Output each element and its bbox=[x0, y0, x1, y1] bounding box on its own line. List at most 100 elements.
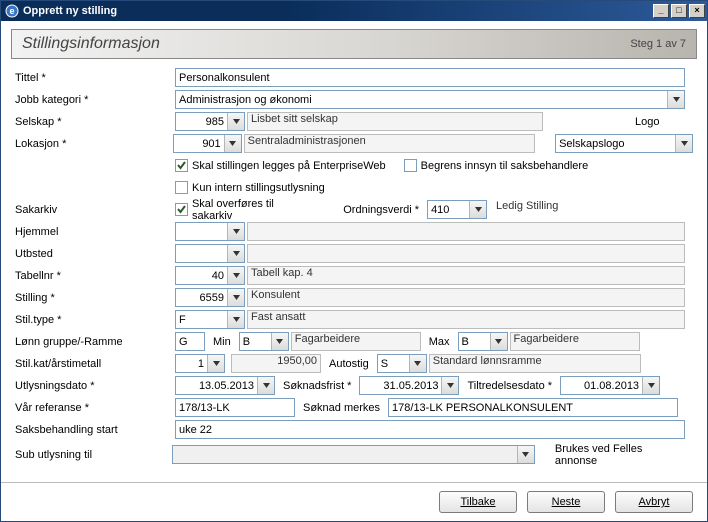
chevron-down-icon bbox=[441, 377, 458, 394]
label-stilling: Stilling * bbox=[15, 292, 175, 304]
lonn-min-desc: Fagarbeidere bbox=[291, 332, 421, 351]
label-tiltredelsesdato: Tiltredelsesdato * bbox=[459, 380, 560, 392]
stilkat-select[interactable]: 1 bbox=[175, 354, 225, 373]
checkbox-icon bbox=[404, 159, 417, 172]
lonn-min-select[interactable]: B bbox=[239, 332, 289, 351]
label-min: Min bbox=[205, 336, 239, 348]
label-lokasjon: Lokasjon * bbox=[15, 138, 173, 150]
chevron-down-icon bbox=[207, 355, 224, 372]
ordningsverdi-desc: Ledig Stilling bbox=[493, 200, 693, 219]
stilling-desc: Konsulent bbox=[247, 288, 685, 307]
window: e Opprett ny stilling _ □ × Stillingsinf… bbox=[0, 0, 708, 522]
minimize-button[interactable]: _ bbox=[653, 4, 669, 18]
cb-enterpriseweb[interactable]: Skal stillingen legges på EnterpriseWeb bbox=[175, 159, 386, 172]
logo-select[interactable]: Selskapslogo bbox=[555, 134, 693, 153]
checkbox-icon bbox=[175, 159, 188, 172]
label-utbsted: Utbsted bbox=[15, 248, 175, 260]
chevron-down-icon bbox=[409, 355, 426, 372]
footer: Tilbake Neste Avbryt bbox=[1, 482, 707, 521]
tilbake-button[interactable]: Tilbake bbox=[439, 491, 517, 513]
tiltredelsesdato-date[interactable]: 01.08.2013 bbox=[560, 376, 660, 395]
varref-input[interactable] bbox=[175, 398, 295, 417]
stilling-select[interactable]: 6559 bbox=[175, 288, 245, 307]
utbsted-select[interactable] bbox=[175, 244, 245, 263]
jobbkategori-select[interactable]: Administrasjon og økonomi bbox=[175, 90, 685, 109]
label-tittel: Tittel * bbox=[15, 72, 175, 84]
page-header: Stillingsinformasjon Steg 1 av 7 bbox=[11, 29, 697, 59]
selskap-name: Lisbet sitt selskap bbox=[247, 112, 543, 131]
lonn-g-field[interactable]: G bbox=[175, 332, 205, 351]
label-stilkat: Stil.kat/årstimetall bbox=[15, 358, 175, 370]
label-brukes: Brukes ved Felles annonse bbox=[547, 443, 693, 467]
chevron-down-icon bbox=[642, 377, 659, 394]
label-jobbkategori: Jobb kategori * bbox=[15, 94, 175, 106]
label-max: Max bbox=[421, 336, 458, 348]
utbsted-desc bbox=[247, 244, 685, 263]
chevron-down-icon bbox=[227, 113, 244, 130]
label-selskap: Selskap * bbox=[15, 116, 175, 128]
maximize-button[interactable]: □ bbox=[671, 4, 687, 18]
neste-button[interactable]: Neste bbox=[527, 491, 605, 513]
label-logo: Logo bbox=[627, 116, 667, 128]
lonn-max-select[interactable]: B bbox=[458, 332, 508, 351]
stilkat-tall: 1950,00 bbox=[231, 354, 321, 373]
stiltype-select[interactable]: F bbox=[175, 310, 245, 329]
label-ordningsverdi: Ordningsverdi * bbox=[335, 204, 427, 216]
step-indicator: Steg 1 av 7 bbox=[630, 38, 686, 50]
selskap-id-select[interactable]: 985 bbox=[175, 112, 245, 131]
checkbox-icon bbox=[175, 181, 188, 194]
titlebar: e Opprett ny stilling _ □ × bbox=[1, 1, 707, 21]
lokasjon-id-select[interactable]: 901 bbox=[173, 134, 242, 153]
hjemmel-select[interactable] bbox=[175, 222, 245, 241]
utlysningsdato-date[interactable]: 13.05.2013 bbox=[175, 376, 275, 395]
label-utlysningsdato: Utlysningsdato * bbox=[15, 380, 175, 392]
close-button[interactable]: × bbox=[689, 4, 705, 18]
form-area: Tittel * Jobb kategori * Administrasjon … bbox=[1, 65, 707, 482]
chevron-down-icon bbox=[517, 446, 534, 463]
chevron-down-icon bbox=[490, 333, 507, 350]
chevron-down-icon bbox=[675, 135, 692, 152]
tabellnr-select[interactable]: 40 bbox=[175, 266, 245, 285]
stiltype-desc: Fast ansatt bbox=[247, 310, 685, 329]
cb-begrens[interactable]: Begrens innsyn til saksbehandlere bbox=[404, 159, 589, 172]
soknadsfrist-date[interactable]: 31.05.2013 bbox=[359, 376, 459, 395]
chevron-down-icon bbox=[227, 267, 244, 284]
ordningsverdi-select[interactable]: 410 bbox=[427, 200, 487, 219]
chevron-down-icon bbox=[271, 333, 288, 350]
tittel-input[interactable] bbox=[175, 68, 685, 87]
window-title: Opprett ny stilling bbox=[23, 5, 653, 17]
chevron-down-icon bbox=[227, 245, 244, 262]
cb-kunintern[interactable]: Kun intern stillingsutlysning bbox=[175, 181, 325, 194]
lokasjon-name: Sentraladministrasjonen bbox=[244, 134, 536, 153]
chevron-down-icon bbox=[227, 289, 244, 306]
label-stiltype: Stil.type * bbox=[15, 314, 175, 326]
soknadmerkes-input[interactable] bbox=[388, 398, 678, 417]
label-subut: Sub utlysning til bbox=[15, 449, 172, 461]
chevron-down-icon bbox=[667, 91, 684, 108]
tabellnr-desc: Tabell kap. 4 bbox=[247, 266, 685, 285]
subut-select[interactable] bbox=[172, 445, 535, 464]
chevron-down-icon bbox=[469, 201, 486, 218]
saksbeh-input[interactable] bbox=[175, 420, 685, 439]
chevron-down-icon bbox=[224, 135, 241, 152]
label-tabellnr: Tabellnr * bbox=[15, 270, 175, 282]
autostig-desc: Standard lønnsramme bbox=[429, 354, 641, 373]
label-saksbeh: Saksbehandling start bbox=[15, 424, 175, 436]
label-lonn: Lønn gruppe/-Ramme bbox=[15, 336, 175, 348]
autostig-select[interactable]: S bbox=[377, 354, 427, 373]
chevron-down-icon bbox=[227, 311, 244, 328]
checkbox-icon bbox=[175, 203, 188, 216]
avbryt-button[interactable]: Avbryt bbox=[615, 491, 693, 513]
page-title: Stillingsinformasjon bbox=[22, 35, 630, 53]
label-autostig: Autostig bbox=[321, 358, 377, 370]
hjemmel-desc bbox=[247, 222, 685, 241]
label-hjemmel: Hjemmel bbox=[15, 226, 175, 238]
chevron-down-icon bbox=[257, 377, 274, 394]
label-soknadsfrist: Søknadsfrist * bbox=[275, 380, 359, 392]
label-soknadmerkes: Søknad merkes bbox=[295, 402, 388, 414]
lonn-max-desc: Fagarbeidere bbox=[510, 332, 640, 351]
cb-sakarkiv[interactable]: Skal overføres til sakarkiv bbox=[175, 198, 317, 222]
label-varref: Vår referanse * bbox=[15, 402, 175, 414]
chevron-down-icon bbox=[227, 223, 244, 240]
svg-text:e: e bbox=[9, 6, 14, 16]
